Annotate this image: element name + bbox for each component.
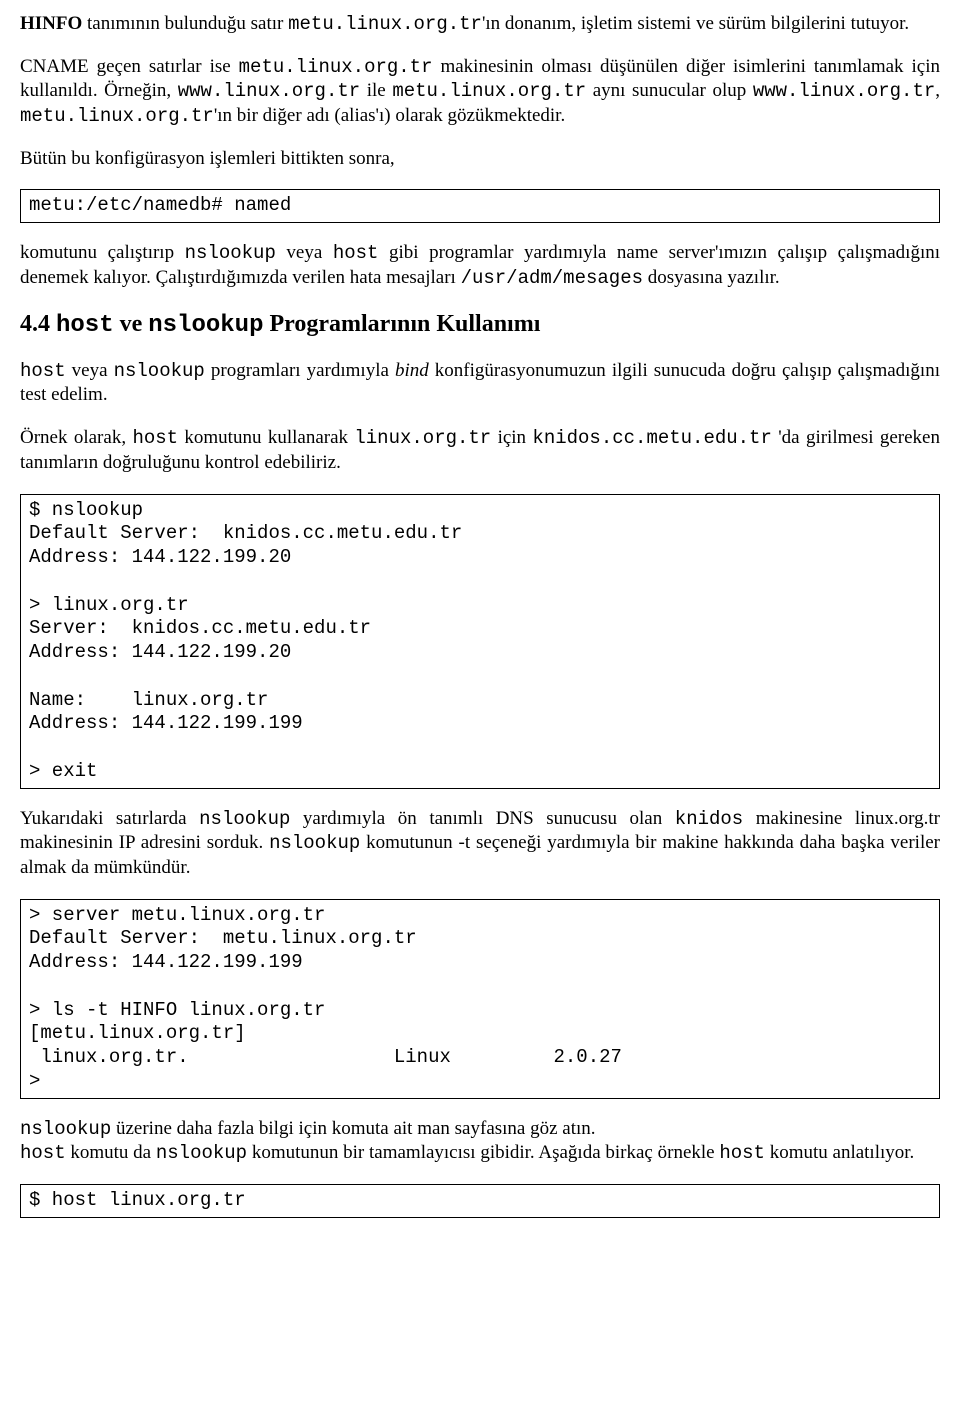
text: dosyasına yazılır.	[643, 267, 780, 288]
text: CNAME geçen satırlar ise	[20, 56, 239, 77]
text: metu.linux.org.tr	[20, 105, 214, 127]
paragraph-hinfo: HINFO tanımının bulunduğu satır metu.lin…	[20, 12, 940, 37]
text: host	[56, 312, 114, 339]
paragraph-config-done: Bütün bu konfigürasyon işlemleri bittikt…	[20, 147, 940, 172]
text: komutunun bir tamamlayıcısı gibidir. Aşa…	[247, 1142, 719, 1163]
text: ile	[360, 80, 392, 101]
text: nslookup	[199, 808, 290, 830]
section-heading: 4.4 host ve nslookup Programlarının Kull…	[20, 309, 940, 341]
text: host	[333, 242, 379, 264]
text: programları yardımıyla	[205, 360, 395, 381]
paragraph-nslookup-explain: Yukarıdaki satırlarda nslookup yardımıyl…	[20, 807, 940, 881]
paragraph-nslookup-host: komutunu çalıştırıp nslookup veya host g…	[20, 241, 940, 290]
text: için	[491, 427, 532, 448]
text: komutu anlatılıyor.	[765, 1142, 914, 1163]
text: knidos.cc.metu.edu.tr	[532, 427, 771, 449]
text: komutunu çalıştırıp	[20, 242, 185, 263]
text: ve	[114, 311, 149, 337]
text: /usr/adm/mesages	[461, 267, 643, 289]
text: veya	[276, 242, 333, 263]
text: HINFO	[20, 13, 82, 34]
text: nslookup	[114, 360, 205, 382]
text: www.linux.org.tr	[178, 80, 360, 102]
text: nslookup	[185, 242, 276, 264]
text: knidos	[675, 808, 743, 830]
text: Programlarının Kullanımı	[263, 311, 540, 337]
text: bind	[395, 360, 429, 381]
text: nslookup	[20, 1118, 111, 1140]
text: 'ın bir diğer adı (alias'ı) olarak gözük…	[214, 105, 565, 126]
text: ,	[935, 80, 940, 101]
text: aynı sunucular olup	[586, 80, 753, 101]
text: tanımının bulunduğu satır	[82, 13, 288, 34]
code-nslookup-server: > server metu.linux.org.tr Default Serve…	[20, 899, 940, 1099]
text: nslookup	[156, 1142, 247, 1164]
text: nslookup	[269, 832, 360, 854]
paragraph-bind-test: host veya nslookup programları yardımıyl…	[20, 359, 940, 408]
paragraph-nslookup-man: nslookup üzerine daha fazla bilgi için k…	[20, 1117, 940, 1142]
text: linux.org.tr	[354, 427, 491, 449]
code-named: metu:/etc/namedb# named	[20, 189, 940, 223]
text: üzerine daha fazla bilgi için komuta ait…	[111, 1118, 595, 1139]
text: metu.linux.org.tr	[392, 80, 586, 102]
text: komutu da	[66, 1142, 156, 1163]
code-nslookup-session: $ nslookup Default Server: knidos.cc.met…	[20, 494, 940, 789]
text: metu.linux.org.tr	[288, 13, 482, 35]
text: Örnek olarak,	[20, 427, 132, 448]
text: nslookup	[148, 312, 263, 339]
paragraph-host-explain: host komutu da nslookup komutunun bir ta…	[20, 1141, 940, 1166]
text: www.linux.org.tr	[753, 80, 935, 102]
text: host	[719, 1142, 765, 1164]
text: veya	[66, 360, 114, 381]
text: host	[20, 1142, 66, 1164]
text: komutunu kullanarak	[178, 427, 354, 448]
text: Yukarıdaki satırlarda	[20, 808, 199, 829]
paragraph-example: Örnek olarak, host komutunu kullanarak l…	[20, 426, 940, 475]
paragraph-cname: CNAME geçen satırlar ise metu.linux.org.…	[20, 55, 940, 129]
code-host: $ host linux.org.tr	[20, 1184, 940, 1218]
text: host	[132, 427, 178, 449]
text: 4.4	[20, 311, 56, 337]
text: host	[20, 360, 66, 382]
text: metu.linux.org.tr	[239, 56, 433, 78]
text: yardımıyla ön tanımlı DNS sunucusu olan	[290, 808, 674, 829]
text: 'ın donanım, işletim sistemi ve sürüm bi…	[482, 13, 909, 34]
